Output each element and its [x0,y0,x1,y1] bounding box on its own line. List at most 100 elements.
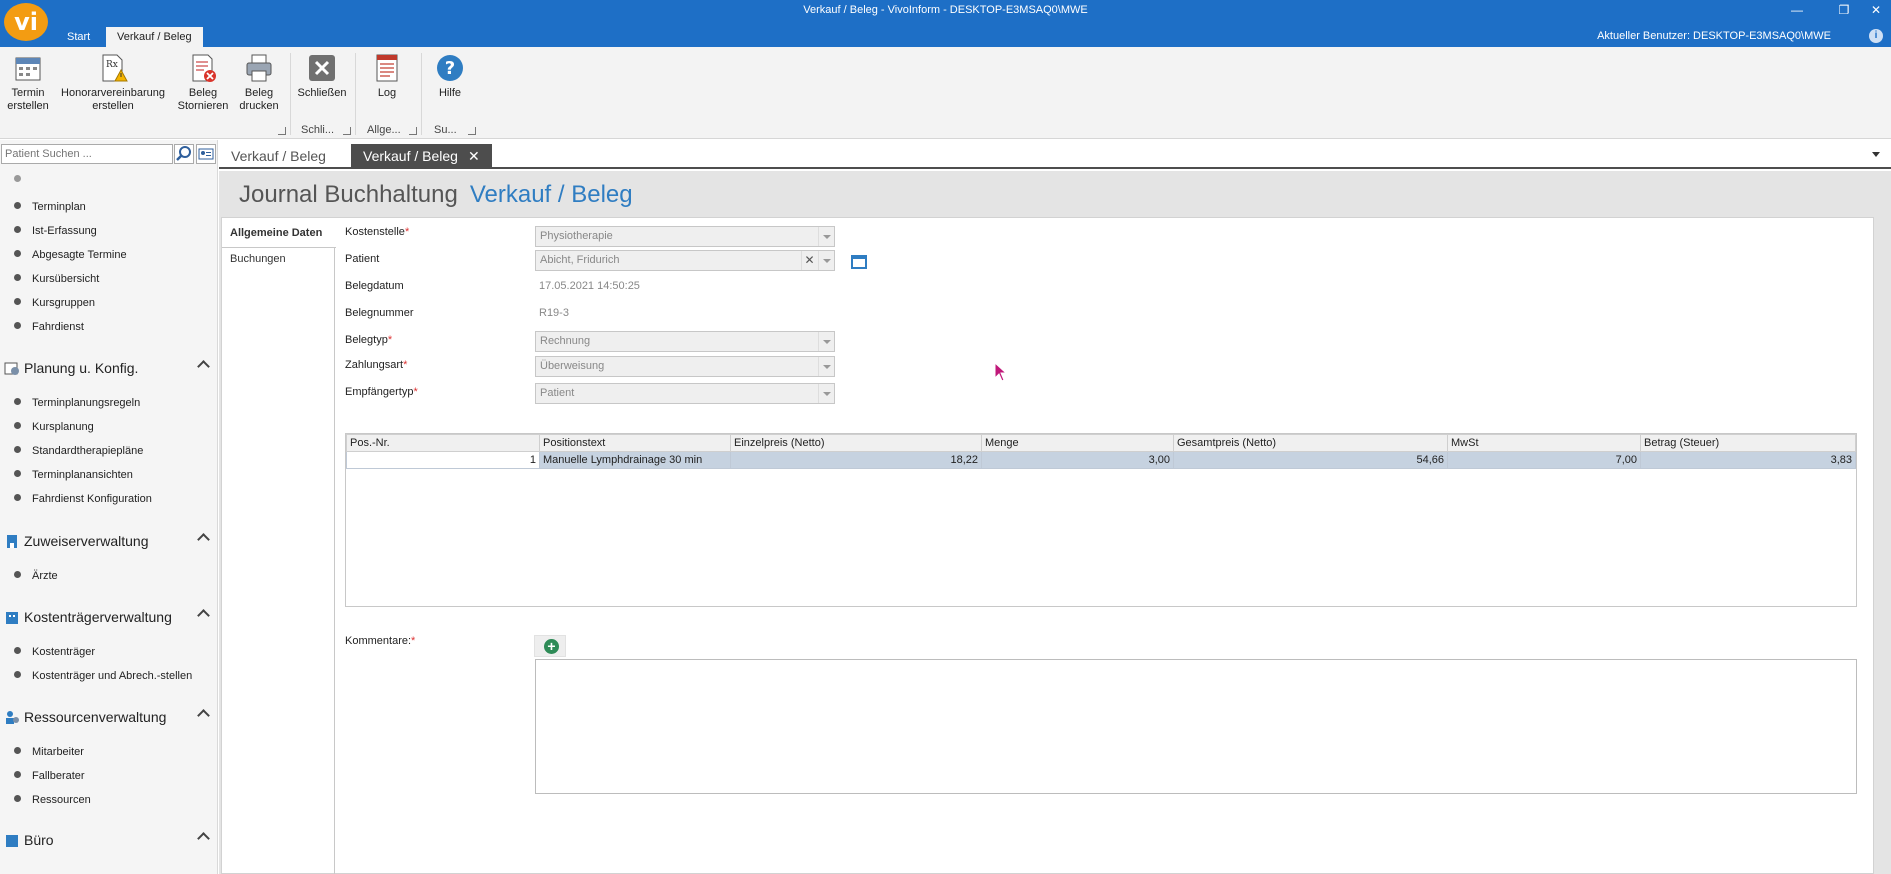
title-bar: vi Verkauf / Beleg - VivoInform - DESKTO… [0,0,1891,47]
belegnummer-label: Belegnummer [345,307,414,319]
chevron-down-icon[interactable] [818,357,834,376]
grid-cell[interactable]: 3,83 [1640,451,1856,469]
belegnummer-value: R19-3 [539,307,569,319]
log-icon [376,54,398,82]
grid-cell[interactable]: 54,66 [1173,451,1448,469]
group-label-schliessen: Schli... [301,124,335,136]
column-header[interactable]: Menge [981,434,1174,452]
nav-item-terminplanungsregeln[interactable]: Terminplanungsregeln [14,397,140,409]
column-header[interactable]: Pos.-Nr. [346,434,540,452]
nav-item-fahrdienst[interactable]: Fahrdienst [14,321,84,333]
kostenstelle-combo[interactable]: Physiotherapie [535,226,835,247]
id-card-icon [198,148,214,160]
zahlungsart-combo[interactable]: Überweisung [535,356,835,377]
nav-item-kursgruppen[interactable]: Kursgruppen [14,297,95,309]
nav-item-kursuebersicht[interactable]: Kursübersicht [14,273,99,285]
nav-item-aerzte[interactable]: Ärzte [14,570,58,582]
column-header[interactable]: Positionstext [539,434,731,452]
chevron-down-icon[interactable] [818,251,834,270]
positions-grid[interactable]: Pos.-Nr. Positionstext Einzelpreis (Nett… [345,433,1857,607]
group-launcher-icon[interactable] [343,127,351,135]
nav-item-terminplanansichten[interactable]: Terminplanansichten [14,469,133,481]
nav-section-planung[interactable]: Planung u. Konfig. [4,360,212,376]
close-tab-icon[interactable]: ✕ [468,148,480,164]
nav-item-ressourcen[interactable]: Ressourcen [14,794,91,806]
collapse-icon[interactable] [197,709,210,722]
honorarvereinbarung-label: Honorarvereinbarung erstellen [61,87,165,112]
svg-text:Rx: Rx [106,60,118,70]
patient-combo[interactable]: Abicht, Fridurich ✕ [535,250,835,271]
nav-item-standardtherapieplaene[interactable]: Standardtherapiepläne [14,445,143,457]
belegdatum-label: Belegdatum [345,280,404,292]
honorarvereinbarung-erstellen-button[interactable]: Rx Honorarvereinbarung erstellen [60,53,166,113]
kommentare-label: Kommentare:* [345,635,416,647]
nav-section-ressourcenverwaltung[interactable]: Ressourcenverwaltung [4,709,212,725]
hilfe-button[interactable]: ? Hilfe [428,53,472,100]
grid-cell[interactable]: 1 [346,451,540,469]
nav-item-kostentraeger-abrechstellen[interactable]: Kostenträger und Abrech.-stellen [14,670,192,682]
grid-cell[interactable]: 18,22 [730,451,982,469]
patient-label: Patient [345,253,380,265]
collapse-icon[interactable] [197,609,210,622]
group-launcher-icon[interactable] [468,127,476,135]
grid-cell[interactable]: 3,00 [981,451,1174,469]
open-patient-icon[interactable] [851,255,867,269]
nav-item-fallberater[interactable]: Fallberater [14,770,85,782]
beleg-drucken-label: Beleg drucken [239,87,279,112]
chevron-down-icon[interactable] [818,227,834,246]
nav-item-fahrdienst-konfiguration[interactable]: Fahrdienst Konfiguration [14,493,152,505]
comment-input[interactable] [535,659,1857,794]
minimize-icon[interactable]: — [1787,3,1807,17]
table-row[interactable]: 1 Manuelle Lymphdrainage 30 min 18,22 3,… [346,451,1856,469]
column-header[interactable]: Einzelpreis (Netto) [730,434,982,452]
restore-icon[interactable]: ❐ [1834,3,1854,17]
termin-erstellen-button[interactable]: Termin erstellen [6,53,50,113]
tab-dropdown-icon[interactable] [1872,152,1880,157]
tab-buchungen[interactable]: Buchungen [222,244,335,274]
nav-section-buero[interactable]: Büro [4,832,212,848]
collapse-icon[interactable] [197,360,210,373]
nav-section-zuweiserverwaltung[interactable]: Zuweiserverwaltung [4,533,212,549]
group-launcher-icon[interactable] [278,127,286,135]
chevron-down-icon[interactable] [818,332,834,351]
nav-item-mitarbeiter[interactable]: Mitarbeiter [14,746,84,758]
search-button[interactable] [174,144,194,164]
nav-item-kostentraeger[interactable]: Kostenträger [14,646,95,658]
collapse-icon[interactable] [197,832,210,845]
nav-item-ist-erfassung[interactable]: Ist-Erfassung [14,225,97,237]
close-icon[interactable]: ✕ [1866,3,1886,17]
patient-card-button[interactable] [196,144,216,164]
log-button[interactable]: Log [366,53,408,100]
nav-item-kursplanung[interactable]: Kursplanung [14,421,94,433]
add-comment-button[interactable]: + [534,635,566,657]
svg-text:?: ? [445,58,455,79]
grid-cell[interactable]: Manuelle Lymphdrainage 30 min [539,451,731,469]
ribbon-tab-start[interactable]: Start [56,27,101,47]
nav-item-abgesagte-termine[interactable]: Abgesagte Termine [14,249,127,261]
doc-tab-verkauf-beleg-1[interactable]: Verkauf / Beleg [219,144,338,168]
belegtyp-combo[interactable]: Rechnung [535,331,835,352]
clear-icon[interactable]: ✕ [801,251,817,270]
column-header[interactable]: MwSt [1447,434,1641,452]
belegtyp-label: Belegtyp* [345,334,393,346]
column-header[interactable]: Betrag (Steuer) [1640,434,1856,452]
beleg-drucken-button[interactable]: Beleg drucken [236,53,282,113]
grid-cell[interactable]: 7,00 [1447,451,1641,469]
beleg-stornieren-button[interactable]: Beleg Stornieren [176,53,230,113]
group-launcher-icon[interactable] [409,127,417,135]
info-icon[interactable]: i [1869,29,1883,43]
breadcrumb-parent[interactable]: Journal Buchhaltung [239,181,458,208]
doc-tab-verkauf-beleg-2[interactable]: Verkauf / Beleg ✕ [351,144,492,168]
nav-item-terminplan[interactable]: Terminplan [14,201,86,213]
calendar-icon [15,57,41,81]
breadcrumb-current: Verkauf / Beleg [469,181,633,208]
empfaengertyp-combo[interactable]: Patient [535,383,835,404]
schliessen-button[interactable]: Schließen [296,53,348,100]
patient-search-input[interactable] [1,144,173,164]
collapse-icon[interactable] [197,533,210,546]
ribbon: Termin erstellen Rx Honorarvereinbarung … [0,47,1891,139]
column-header[interactable]: Gesamtpreis (Netto) [1173,434,1448,452]
ribbon-tab-verkauf-beleg[interactable]: Verkauf / Beleg [106,27,203,47]
nav-section-kostentraegerverwaltung[interactable]: Kostenträgerverwaltung [4,609,212,625]
chevron-down-icon[interactable] [818,384,834,403]
